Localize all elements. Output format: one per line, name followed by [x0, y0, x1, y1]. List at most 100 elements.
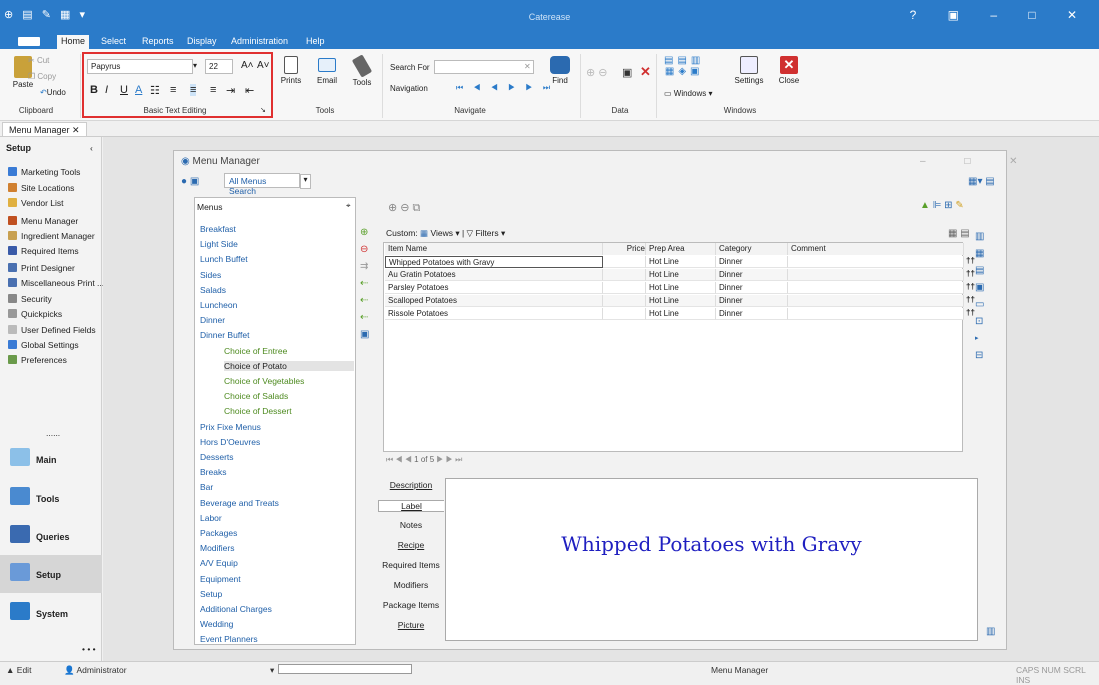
settings-button[interactable]: Settings: [733, 56, 765, 85]
nav-overflow-button[interactable]: • • •: [82, 644, 96, 654]
tree-item[interactable]: Lunch Buffet: [200, 254, 248, 264]
table-cell[interactable]: [603, 282, 646, 294]
tree-item[interactable]: Luncheon: [200, 300, 237, 310]
collapse-sidebar-icon[interactable]: ‹: [90, 143, 93, 153]
sidebar-item-ingredient-manager[interactable]: Ingredient Manager: [8, 231, 95, 241]
pager-first-icon[interactable]: ⏮ ◀ ◀: [386, 455, 412, 464]
tree-item[interactable]: Choice of Potato: [224, 360, 354, 371]
tree-item[interactable]: Desserts: [200, 452, 234, 462]
table-cell[interactable]: [788, 256, 964, 268]
filters-dropdown[interactable]: Filters: [475, 228, 498, 238]
table-cell[interactable]: Dinner: [716, 256, 788, 268]
sidebar-item-preferences[interactable]: Preferences: [8, 355, 67, 365]
column-header[interactable]: Comment: [788, 243, 964, 255]
table-cell[interactable]: [788, 308, 964, 320]
tree-item[interactable]: A/V Equip: [200, 558, 238, 568]
layout-toggle-icon[interactable]: ▦▾ ▤: [968, 176, 995, 187]
column-chooser-icons[interactable]: ▦ ▤: [948, 228, 970, 239]
tab-menu-manager[interactable]: Menu Manager ✕: [2, 122, 87, 137]
preview-settings-icon[interactable]: ▥: [986, 626, 995, 637]
search-input[interactable]: [434, 60, 534, 74]
detail-tab[interactable]: Recipe: [378, 540, 444, 550]
tree-item[interactable]: Equipment: [200, 574, 241, 584]
tab-display[interactable]: Display: [187, 36, 217, 46]
tree-item[interactable]: Breakfast: [200, 224, 236, 234]
detail-tab[interactable]: Description: [378, 480, 444, 490]
sidebar-item-site-locations[interactable]: Site Locations: [8, 183, 74, 193]
edit-toggle[interactable]: ▲ Edit: [6, 665, 31, 675]
tab-help[interactable]: Help: [306, 36, 325, 46]
table-cell[interactable]: [788, 282, 964, 294]
tree-item[interactable]: Choice of Salads: [224, 391, 288, 401]
tree-item[interactable]: Light Side: [200, 239, 238, 249]
windows-button[interactable]: ▭ Windows ▾: [664, 89, 712, 98]
search-dropdown-icon[interactable]: ▾: [300, 174, 311, 189]
tree-item[interactable]: Prix Fixe Menus: [200, 422, 261, 432]
table-cell[interactable]: Hot Line: [646, 282, 716, 294]
tree-item[interactable]: Dinner: [200, 315, 225, 325]
layout-icons[interactable]: ▤▤▥ ▦◈▣: [664, 55, 704, 77]
sidebar-item-marketing-tools[interactable]: Marketing Tools: [8, 167, 80, 177]
table-cell[interactable]: Au Gratin Potatoes: [385, 269, 603, 281]
tree-item[interactable]: Packages: [200, 528, 237, 538]
detail-tab[interactable]: Label: [378, 500, 444, 512]
view-item-icon[interactable]: ▣: [360, 326, 369, 343]
tree-item[interactable]: Labor: [200, 513, 222, 523]
sidebar-item-global-settings[interactable]: Global Settings: [8, 340, 79, 350]
nav-main[interactable]: Main: [0, 440, 102, 478]
grid-layout-icon[interactable]: ▦: [975, 245, 984, 262]
sidebar-item-print-designer[interactable]: Print Designer: [8, 263, 75, 273]
table-cell[interactable]: [603, 308, 646, 320]
save-icon[interactable]: ▣: [622, 66, 632, 79]
table-cell[interactable]: Rissole Potatoes: [385, 308, 603, 320]
table-cell[interactable]: [603, 256, 646, 268]
cancel-icon[interactable]: ✕: [640, 64, 651, 80]
grid-export-icon[interactable]: ▣: [975, 279, 984, 296]
grid-setup-icon[interactable]: ▥: [975, 228, 984, 245]
email-button[interactable]: Email: [312, 56, 342, 85]
tab-select[interactable]: Select: [101, 36, 126, 46]
promote-item-icon[interactable]: ⇠: [360, 309, 369, 326]
column-header[interactable]: Item Name: [385, 243, 603, 255]
nav-queries[interactable]: Queries: [0, 517, 102, 555]
nav-setup[interactable]: Setup: [0, 555, 102, 593]
add-item-icon[interactable]: ⊕: [360, 224, 369, 241]
add-record-icon[interactable]: ⊕ ⊖: [586, 66, 608, 79]
table-cell[interactable]: Dinner: [716, 295, 788, 307]
cut-button[interactable]: ✂ Cut: [28, 56, 49, 65]
table-cell[interactable]: Parsley Potatoes: [385, 282, 603, 294]
table-cell[interactable]: [788, 295, 964, 307]
table-cell[interactable]: Dinner: [716, 269, 788, 281]
tab-reports[interactable]: Reports: [142, 36, 174, 46]
nav-system[interactable]: System: [0, 594, 102, 632]
detail-tab[interactable]: Required Items: [378, 560, 444, 570]
column-header[interactable]: Category: [716, 243, 788, 255]
tree-item[interactable]: Dinner Buffet: [200, 330, 249, 340]
views-dropdown[interactable]: Views: [430, 228, 453, 238]
outdent-item-icon[interactable]: ⇠: [360, 292, 369, 309]
tree-item[interactable]: Additional Charges: [200, 604, 272, 614]
table-cell[interactable]: [603, 295, 646, 307]
tree-item[interactable]: Breaks: [200, 467, 226, 477]
tree-item[interactable]: Wedding: [200, 619, 233, 629]
table-cell[interactable]: Hot Line: [646, 269, 716, 281]
sidebar-item-vendor-list[interactable]: Vendor List: [8, 198, 64, 208]
file-menu-button[interactable]: [18, 37, 40, 46]
grid-more-icon[interactable]: ▸: [975, 330, 984, 347]
table-cell[interactable]: Hot Line: [646, 256, 716, 268]
table-cell[interactable]: [788, 269, 964, 281]
tree-item[interactable]: Bar: [200, 482, 213, 492]
grid-print-icon[interactable]: ⊟: [975, 347, 984, 364]
table-cell[interactable]: Dinner: [716, 308, 788, 320]
sidebar-item-required-items[interactable]: Required Items: [8, 246, 79, 256]
pin-icon[interactable]: ⌖: [346, 201, 351, 211]
table-cell[interactable]: Whipped Potatoes with Gravy: [385, 256, 603, 268]
sidebar-item-menu-manager[interactable]: Menu Manager: [8, 216, 78, 226]
table-cell[interactable]: Hot Line: [646, 308, 716, 320]
column-header[interactable]: Prep Area: [646, 243, 716, 255]
grid-report-icon[interactable]: ▤: [975, 262, 984, 279]
tree-item[interactable]: Choice of Dessert: [224, 406, 292, 416]
tree-item[interactable]: Sides: [200, 270, 221, 280]
tree-item[interactable]: Choice of Vegetables: [224, 376, 304, 386]
tools-button[interactable]: Tools: [350, 54, 374, 87]
